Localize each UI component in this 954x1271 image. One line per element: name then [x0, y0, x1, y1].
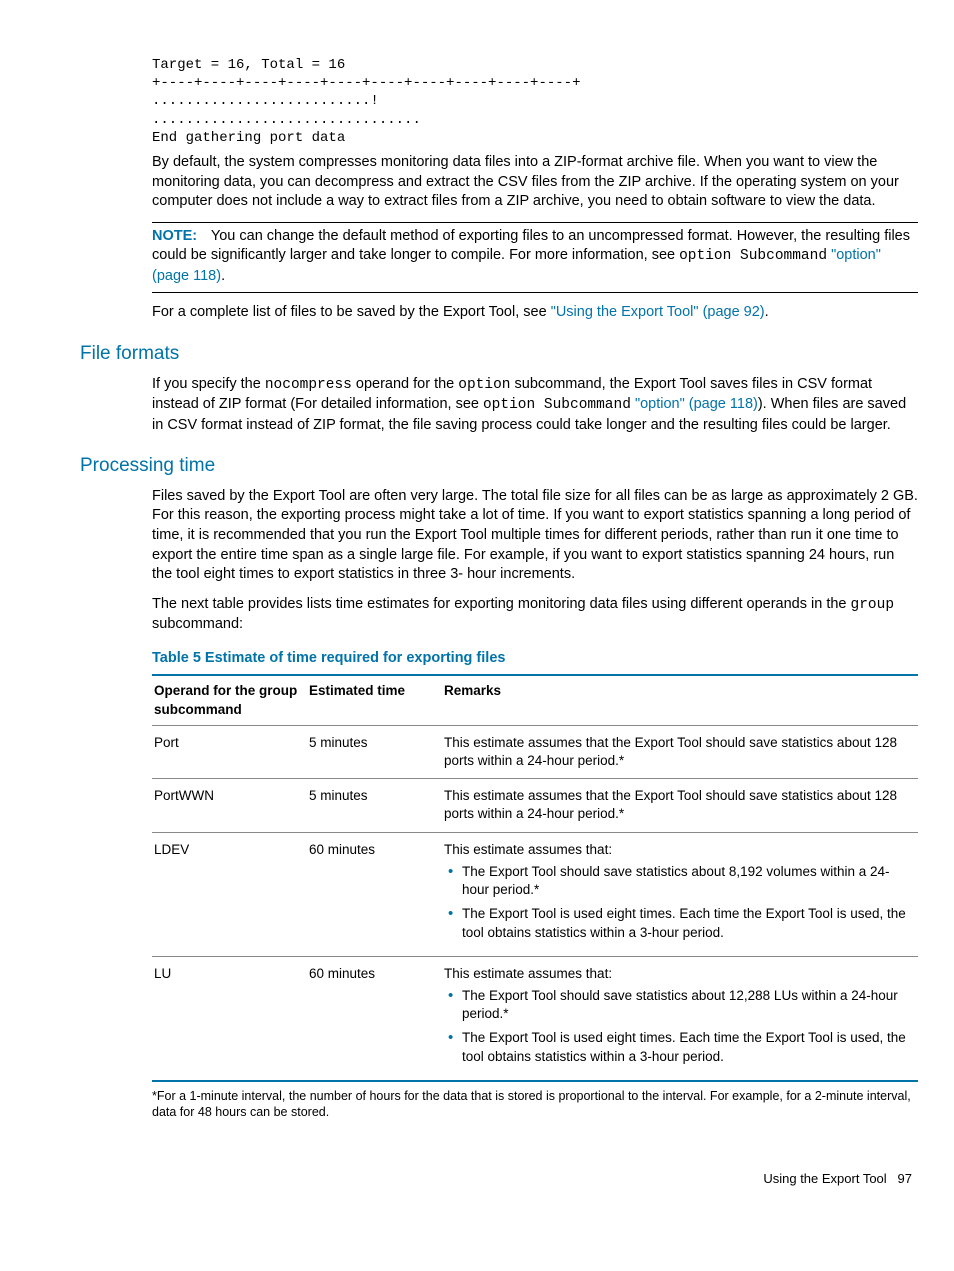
note-end: .: [221, 268, 225, 284]
page-footer: Using the Export Tool 97: [36, 1170, 912, 1188]
complete-list-end: .: [765, 304, 769, 320]
cell-remarks: This estimate assumes that the Export To…: [442, 779, 918, 832]
list-item: The Export Tool should save statistics a…: [462, 987, 910, 1023]
th-remarks: Remarks: [442, 675, 918, 725]
cell-operand: LU: [152, 956, 307, 1081]
list-item: The Export Tool should save statistics a…: [462, 863, 910, 899]
cell-remarks: This estimate assumes that: The Export T…: [442, 832, 918, 956]
th-time: Estimated time: [307, 675, 442, 725]
table-row: LU 60 minutes This estimate assumes that…: [152, 956, 918, 1081]
cell-time: 60 minutes: [307, 956, 442, 1081]
footer-text: Using the Export Tool: [763, 1171, 886, 1186]
cell-operand: PortWWN: [152, 779, 307, 832]
note-block: NOTE: You can change the default method …: [152, 222, 918, 294]
paragraph-default: By default, the system compresses monito…: [152, 153, 918, 212]
th-operand: Operand for the group subcommand: [152, 675, 307, 725]
table-title: Table 5 Estimate of time required for ex…: [152, 649, 918, 669]
heading-file-formats: File formats: [80, 341, 918, 367]
complete-list-text: For a complete list of files to be saved…: [152, 304, 551, 320]
table-row: Port 5 minutes This estimate assumes tha…: [152, 725, 918, 778]
processing-paragraph-2: The next table provides lists time estim…: [152, 595, 918, 635]
cell-time: 5 minutes: [307, 725, 442, 778]
note-code: option Subcommand: [679, 248, 827, 264]
complete-list-link[interactable]: "Using the Export Tool" (page 92): [551, 304, 765, 320]
table-row: LDEV 60 minutes This estimate assumes th…: [152, 832, 918, 956]
note-label: NOTE:: [152, 228, 197, 244]
complete-list-paragraph: For a complete list of files to be saved…: [152, 303, 918, 323]
file-formats-link[interactable]: "option" (page 118): [631, 396, 758, 412]
list-item: The Export Tool is used eight times. Eac…: [462, 1029, 910, 1065]
table-row: PortWWN 5 minutes This estimate assumes …: [152, 779, 918, 832]
processing-paragraph-1: Files saved by the Export Tool are often…: [152, 487, 918, 585]
heading-processing-time: Processing time: [80, 453, 918, 479]
cell-operand: Port: [152, 725, 307, 778]
code-block: Target = 16, Total = 16 +----+----+----+…: [152, 56, 918, 147]
cell-time: 60 minutes: [307, 832, 442, 956]
cell-time: 5 minutes: [307, 779, 442, 832]
footer-page: 97: [898, 1171, 912, 1186]
cell-remarks: This estimate assumes that: The Export T…: [442, 956, 918, 1081]
table-footnote: *For a 1-minute interval, the number of …: [152, 1088, 918, 1121]
cell-operand: LDEV: [152, 832, 307, 956]
cell-remarks: This estimate assumes that the Export To…: [442, 725, 918, 778]
list-item: The Export Tool is used eight times. Eac…: [462, 905, 910, 941]
file-formats-paragraph: If you specify the nocompress operand fo…: [152, 375, 918, 436]
estimate-table: Operand for the group subcommand Estimat…: [152, 674, 918, 1082]
